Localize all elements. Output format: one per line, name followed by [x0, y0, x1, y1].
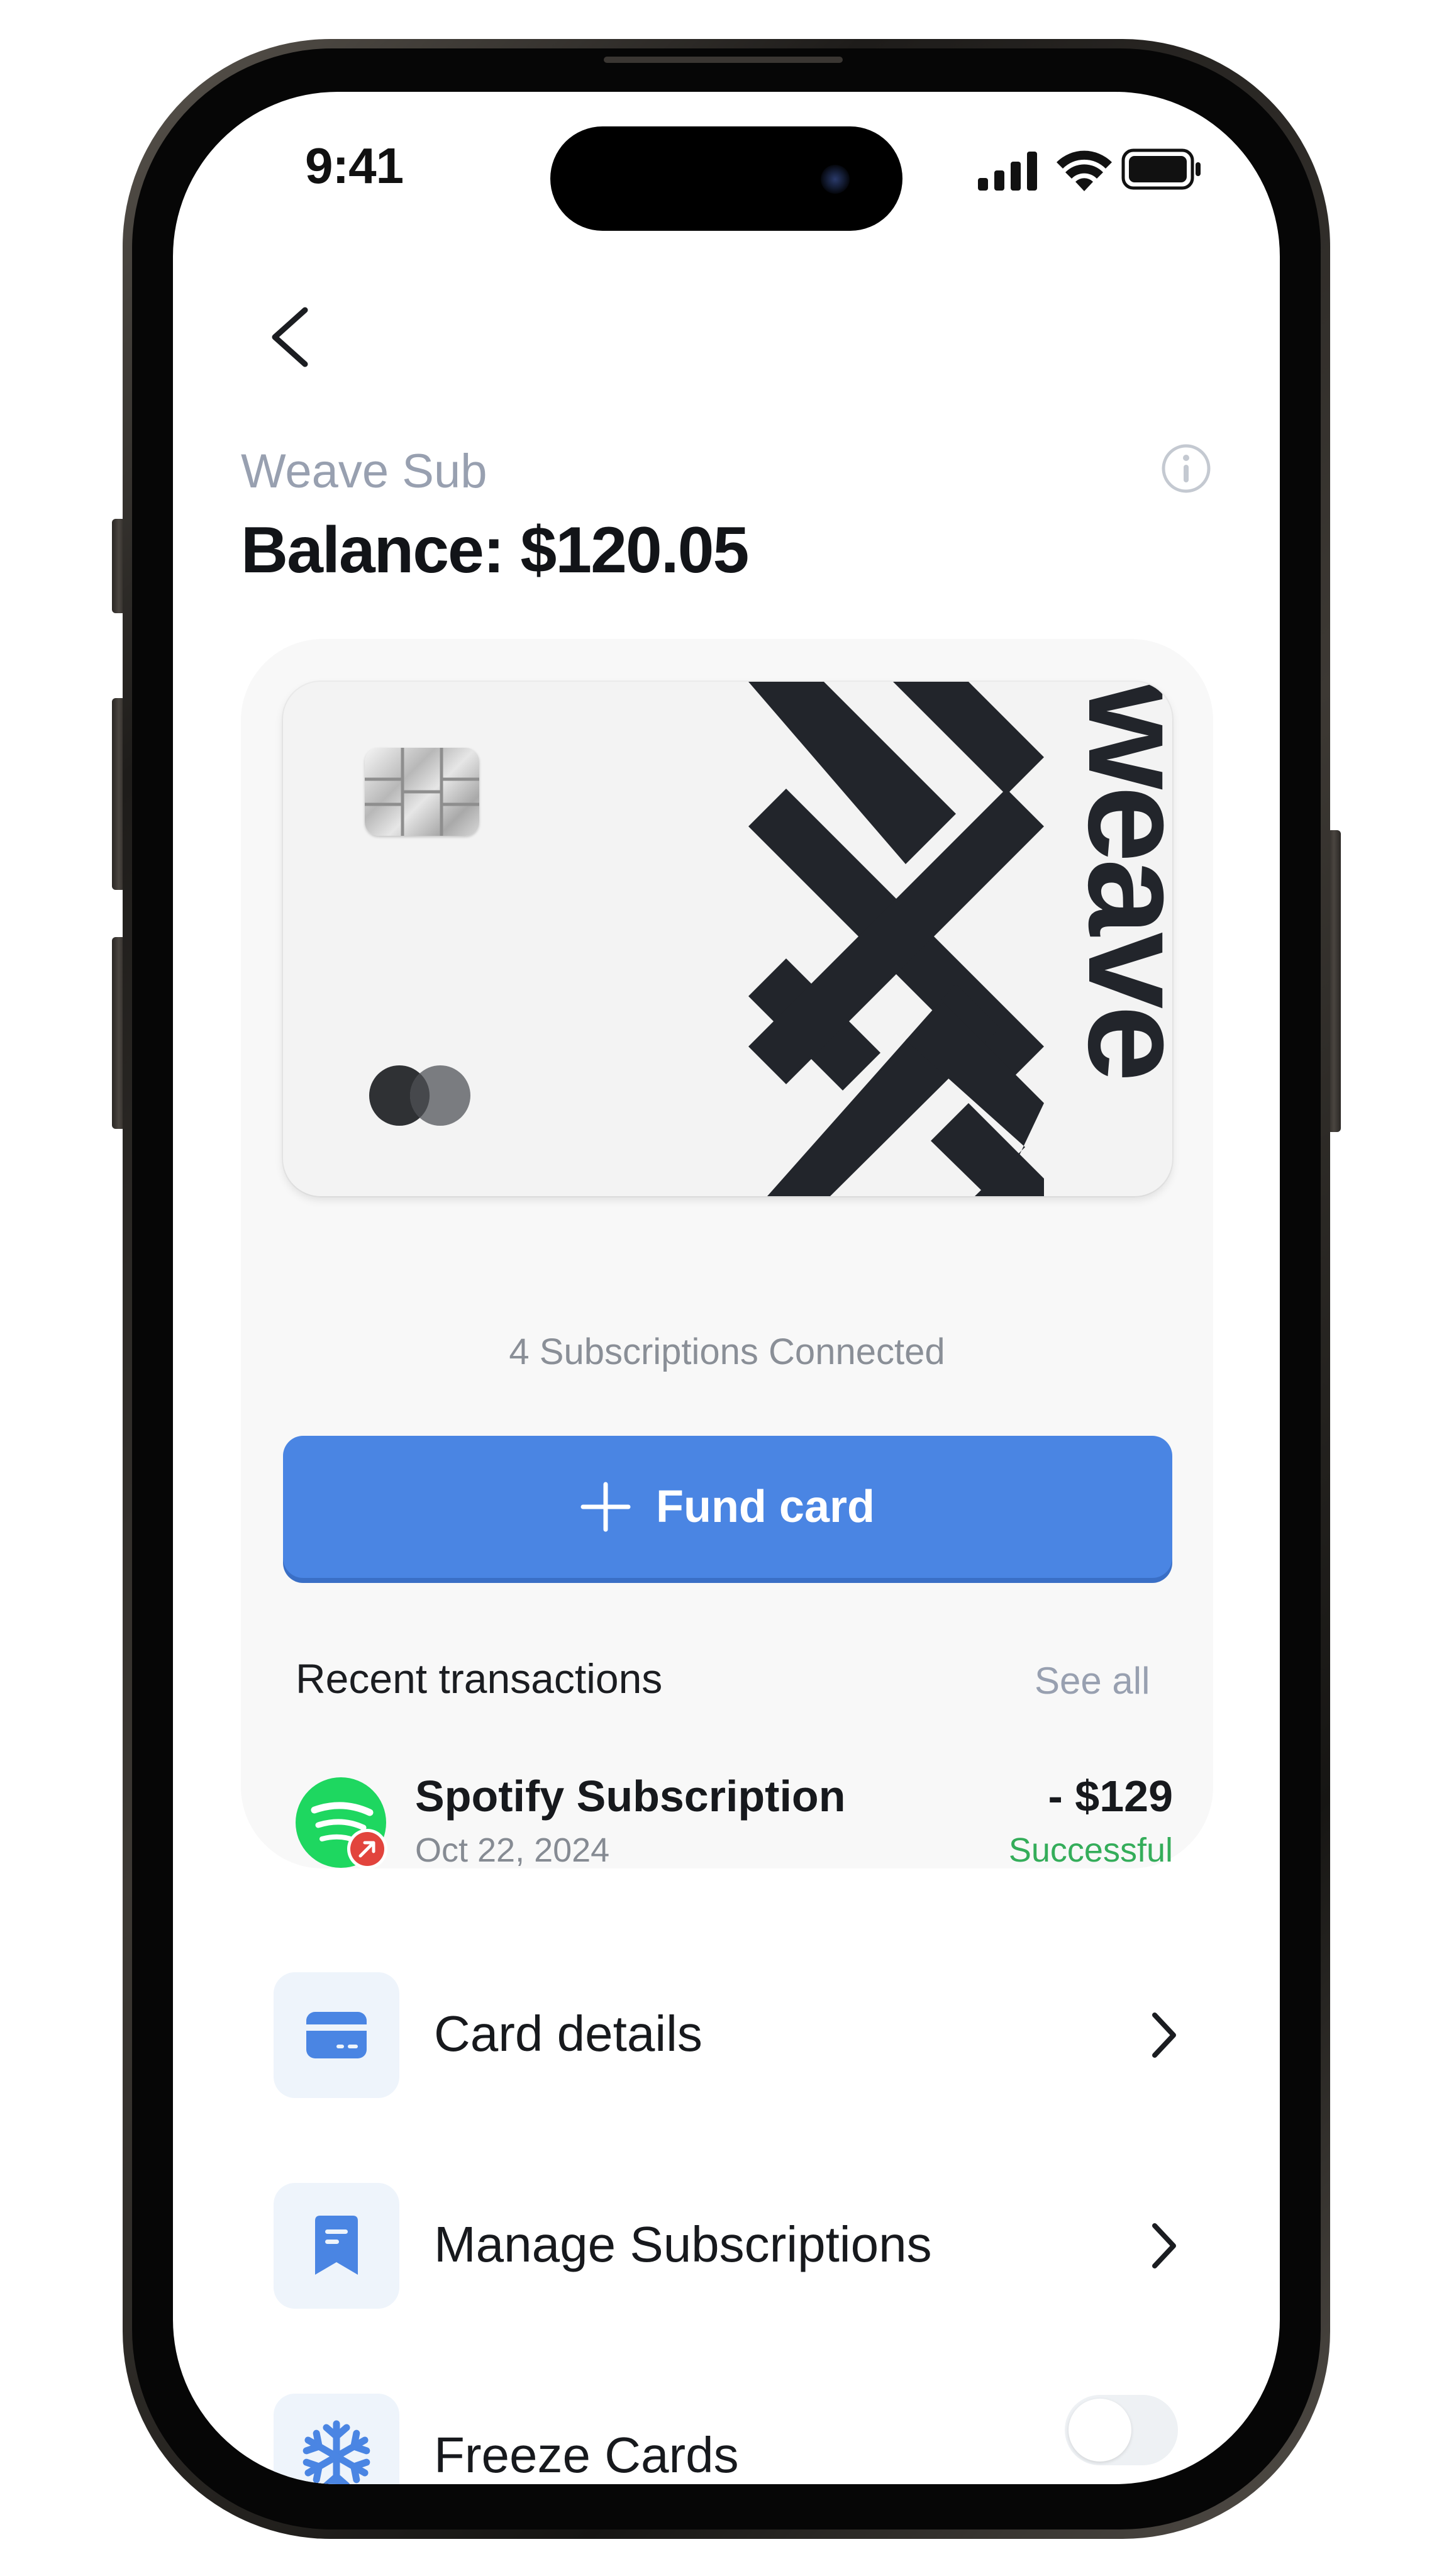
chip-icon [365, 748, 479, 836]
battery-icon [1121, 148, 1201, 190]
svg-text:weave: weave [1060, 682, 1170, 1079]
menu-label: Freeze Cards [434, 2427, 739, 2483]
card-icon [274, 1972, 399, 2098]
front-camera [821, 165, 850, 194]
toggle-knob [1069, 2399, 1131, 2462]
transaction-status: Successful [1008, 1831, 1173, 1869]
balance-text: Balance: $120.05 [241, 514, 749, 587]
chevron-right-icon [1152, 2012, 1176, 2058]
menu-label: Manage Subscriptions [434, 2216, 932, 2272]
transaction-amount: - $129 [1048, 1772, 1173, 1821]
chevron-right-icon [1152, 2223, 1176, 2268]
plus-icon [580, 1482, 631, 1532]
antenna-band [604, 57, 843, 63]
menu-item-manage-subscriptions[interactable]: Manage Subscriptions [274, 2183, 1185, 2309]
menu-item-freeze-cards: Freeze Cards [274, 2394, 1185, 2484]
info-icon[interactable] [1160, 443, 1212, 494]
screen: 9:41 Weave Sub Balance: $120.05 weave 4 … [173, 92, 1280, 2484]
back-arrow-icon[interactable] [261, 303, 318, 372]
fund-card-label: Fund card [655, 1482, 875, 1532]
virtual-card[interactable]: weave [283, 682, 1172, 1196]
status-time: 9:41 [305, 138, 404, 194]
subscriptions-connected: 4 Subscriptions Connected [509, 1331, 945, 1372]
transaction-name: Spotify Subscription [415, 1772, 846, 1821]
see-all-link[interactable]: See all [1035, 1659, 1150, 1702]
dynamic-island [550, 126, 902, 231]
signal-icon [978, 152, 1037, 191]
receipt-icon [274, 2183, 399, 2309]
freeze-cards-toggle[interactable] [1065, 2395, 1178, 2465]
menu-item-card-details[interactable]: Card details [274, 1972, 1185, 2098]
menu-label: Card details [434, 2006, 702, 2062]
weave-pattern [748, 682, 1044, 1196]
spotify-icon [296, 1777, 387, 1869]
snowflake-icon [274, 2394, 399, 2484]
weave-wordmark: weave [1060, 682, 1170, 1079]
transaction-date: Oct 22, 2024 [415, 1831, 610, 1869]
recent-transactions-title: Recent transactions [296, 1655, 663, 1702]
card-name: Weave Sub [241, 445, 487, 498]
fund-card-button[interactable]: Fund card [283, 1436, 1172, 1578]
mastercard-icon [369, 1065, 470, 1126]
wifi-icon [1057, 150, 1112, 191]
